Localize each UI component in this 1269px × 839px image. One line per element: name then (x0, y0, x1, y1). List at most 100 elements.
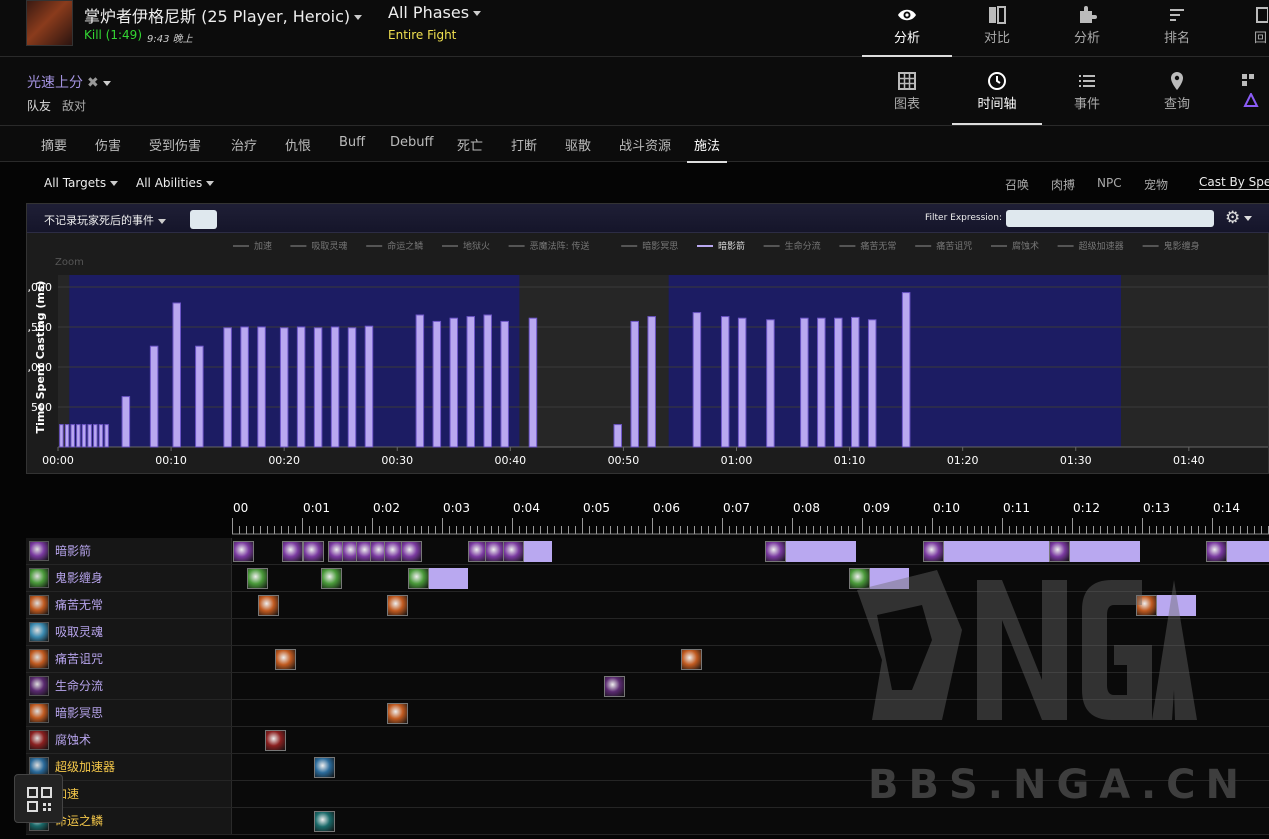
friendly-toggle[interactable]: 队友 (27, 97, 51, 114)
death-filter-dropdown[interactable]: 不记录玩家死后的事件 (44, 212, 166, 228)
chart-bar[interactable] (121, 396, 131, 448)
comp-name-dropdown[interactable]: 光速上分 ✖ (27, 72, 111, 92)
x-tick-label: 00:20 (268, 454, 300, 467)
chart-bar[interactable] (647, 316, 656, 448)
chart-bar[interactable] (834, 317, 843, 448)
ability-row-label[interactable]: 暗影冥思 (26, 700, 232, 726)
chart-bar[interactable] (737, 317, 747, 448)
nav-compare[interactable]: 对比 (952, 0, 1042, 57)
chart-bar[interactable] (64, 424, 70, 448)
gear-icon[interactable]: ⚙ (1225, 208, 1253, 228)
chart-bar[interactable] (347, 327, 357, 448)
chart-bar[interactable] (59, 424, 64, 448)
chart-bar[interactable] (692, 312, 702, 448)
filter-pets[interactable]: 宠物 (1144, 176, 1168, 193)
chart-bar[interactable] (296, 326, 306, 448)
tab-summary[interactable]: 摘要 (41, 135, 67, 154)
chart-bar[interactable] (257, 326, 266, 448)
tab-casts[interactable]: 施法 (687, 135, 728, 163)
nav-label: 分析 (1073, 31, 1100, 46)
chart-bar[interactable] (466, 316, 476, 448)
chart-bar[interactable] (613, 424, 623, 448)
nav-rankings[interactable]: 排名 (1132, 0, 1222, 57)
chart-bar[interactable] (87, 424, 92, 448)
tab-resources[interactable]: 战斗资源 (619, 135, 671, 154)
chart-bar[interactable] (81, 424, 87, 448)
chart-bar[interactable] (720, 316, 730, 448)
chart-bar[interactable] (93, 424, 98, 448)
filter-expression-input[interactable] (1006, 210, 1214, 227)
chart-bar[interactable] (817, 317, 826, 448)
chart-bar[interactable] (449, 317, 459, 448)
ability-row-label[interactable]: 吸取灵魂 (26, 619, 232, 645)
view-more[interactable] (1240, 57, 1269, 125)
cast-by-toggle[interactable]: Cast By Spe (1199, 175, 1269, 190)
nav-analyze-2[interactable]: 分析 (1042, 0, 1132, 57)
targets-dropdown[interactable]: All Targets (44, 176, 119, 190)
ability-row-label[interactable]: 暗影箭 (26, 538, 232, 564)
tab-threat[interactable]: 仇恨 (285, 135, 311, 154)
chart-bar[interactable] (76, 424, 81, 448)
chart-bar[interactable] (483, 314, 492, 448)
ability-row-label[interactable]: 痛苦诅咒 (26, 646, 232, 672)
chart-bar[interactable] (195, 345, 204, 448)
chart-bar[interactable] (149, 345, 159, 448)
cast-duration-bar (786, 541, 856, 562)
ability-row-label[interactable]: 鬼影缠身 (26, 565, 232, 591)
chart-bar[interactable] (867, 319, 877, 448)
chart-bar[interactable] (432, 320, 442, 448)
chart-bar[interactable] (766, 319, 775, 448)
chart-bar[interactable] (800, 317, 809, 448)
tab-healing[interactable]: 治疗 (231, 135, 257, 154)
tab-interrupts[interactable]: 打断 (511, 135, 537, 154)
chart-bar[interactable] (223, 327, 232, 448)
view-query[interactable]: 查询 (1132, 57, 1222, 125)
view-events[interactable]: 事件 (1042, 57, 1132, 125)
chart-bar[interactable] (850, 316, 860, 448)
ability-row-label[interactable]: 腐蚀术 (26, 727, 232, 753)
phases-dropdown[interactable]: All Phases (388, 3, 482, 22)
nav-replay[interactable]: 回 (1222, 0, 1269, 57)
chart-bar[interactable] (70, 424, 75, 448)
chart-bar[interactable] (901, 292, 911, 448)
chart-bar[interactable] (279, 327, 289, 448)
chart-panel: 不记录玩家死后的事件 Filter Expression: ⚙ 加速 吸取灵魂 命运… (26, 203, 1269, 474)
chart-bar[interactable] (528, 317, 538, 448)
view-timeline[interactable]: 时间轴 (952, 57, 1042, 125)
tab-deaths[interactable]: 死亡 (457, 135, 483, 154)
chart-bar[interactable] (240, 326, 249, 448)
chart-bar[interactable] (104, 424, 109, 448)
ability-row-label[interactable]: 生命分流 (26, 673, 232, 699)
view-charts[interactable]: 图表 (862, 57, 952, 125)
chart-bar[interactable] (364, 325, 374, 448)
tab-dispels[interactable]: 驱散 (565, 135, 591, 154)
nav-label: 分析 (893, 31, 920, 46)
chart-bar[interactable] (630, 320, 639, 448)
chart-bar[interactable] (415, 314, 425, 448)
enemy-toggle[interactable]: 敌对 (62, 97, 86, 114)
tab-damage-taken[interactable]: 受到伤害 (149, 135, 201, 154)
chart-bar[interactable] (500, 320, 509, 448)
tab-damage[interactable]: 伤害 (95, 135, 121, 154)
tab-debuffs[interactable]: Debuff (390, 135, 433, 150)
tab-buffs[interactable]: Buff (339, 135, 365, 150)
chart-bar[interactable] (330, 326, 340, 448)
ability-row-label[interactable]: 痛苦无常 (26, 592, 232, 618)
nav-analyze[interactable]: 分析 (862, 0, 952, 57)
filter-npc[interactable]: NPC (1097, 176, 1122, 190)
filter-summons[interactable]: 召唤 (1005, 176, 1029, 193)
qr-code-icon[interactable] (14, 774, 63, 823)
ruler-tick-label: 0:12 (1073, 501, 1100, 515)
chart-bar[interactable] (98, 424, 104, 448)
chart-bar[interactable] (172, 302, 181, 448)
legend-item: 生命分流 (785, 240, 821, 252)
filter-melee[interactable]: 肉搏 (1051, 176, 1075, 193)
life-tap-icon (29, 676, 49, 696)
abilities-dropdown[interactable]: All Abilities (136, 176, 215, 190)
view-label: 事件 (1073, 97, 1100, 112)
death-filter-toggle[interactable] (190, 210, 217, 229)
cast-time-chart[interactable]: 加速 吸取灵魂 命运之鳞 地狱火 恶魔法阵: 传送 暗影冥思 暗影箭 生命分流 痛苦无常 痛苦诅咒… (27, 233, 1268, 473)
close-icon[interactable]: ✖ (87, 75, 99, 91)
boss-title-dropdown[interactable]: 掌炉者伊格尼斯 (25 Player, Heroic) (84, 3, 363, 27)
chart-bar[interactable] (313, 327, 323, 448)
